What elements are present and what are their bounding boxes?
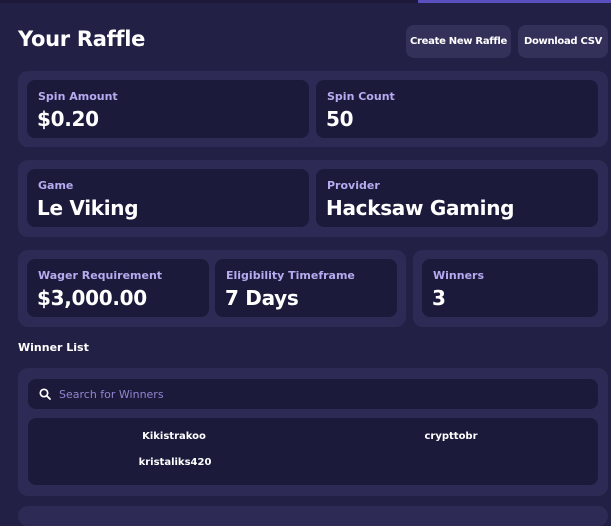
search-icon — [39, 388, 51, 400]
game-card: Game Le Viking — [27, 169, 309, 227]
winners-value: 3 — [432, 286, 446, 310]
spin-count-value: 50 — [326, 107, 354, 131]
spin-amount-value: $0.20 — [37, 107, 99, 131]
winners-label: Winners — [433, 269, 484, 282]
provider-card: Provider Hacksaw Gaming — [316, 169, 598, 227]
game-value: Le Viking — [37, 196, 139, 220]
spin-amount-label: Spin Amount — [38, 90, 118, 103]
winner-list-title: Winner List — [18, 341, 89, 354]
next-section-panel — [18, 506, 608, 526]
create-new-raffle-button[interactable]: Create New Raffle — [406, 25, 511, 58]
spin-count-label: Spin Count — [327, 90, 395, 103]
timeframe-card: Eligibility Timeframe 7 Days — [215, 259, 397, 317]
winner-item: crypttobr — [424, 431, 478, 442]
spin-count-card: Spin Count 50 — [316, 80, 598, 138]
page-title: Your Raffle — [18, 27, 146, 51]
wager-label: Wager Requirement — [38, 269, 163, 282]
timeframe-label: Eligibility Timeframe — [226, 269, 355, 282]
spin-amount-card: Spin Amount $0.20 — [27, 80, 309, 138]
search-input[interactable] — [59, 379, 589, 409]
top-border — [0, 0, 611, 3]
winner-item: Kikistrakoo — [142, 431, 206, 442]
wager-value: $3,000.00 — [37, 286, 147, 310]
download-csv-button[interactable]: Download CSV — [518, 25, 608, 58]
timeframe-value: 7 Days — [225, 286, 299, 310]
winners-list: Kikistrakoo crypttobr kristaliks420 — [28, 418, 598, 485]
game-label: Game — [38, 179, 74, 192]
active-tab-indicator — [418, 0, 611, 3]
winners-card: Winners 3 — [422, 259, 598, 317]
winner-item: kristaliks420 — [138, 457, 212, 468]
wager-card: Wager Requirement $3,000.00 — [27, 259, 209, 317]
provider-label: Provider — [327, 179, 380, 192]
winner-search — [28, 379, 598, 409]
provider-value: Hacksaw Gaming — [326, 196, 515, 220]
